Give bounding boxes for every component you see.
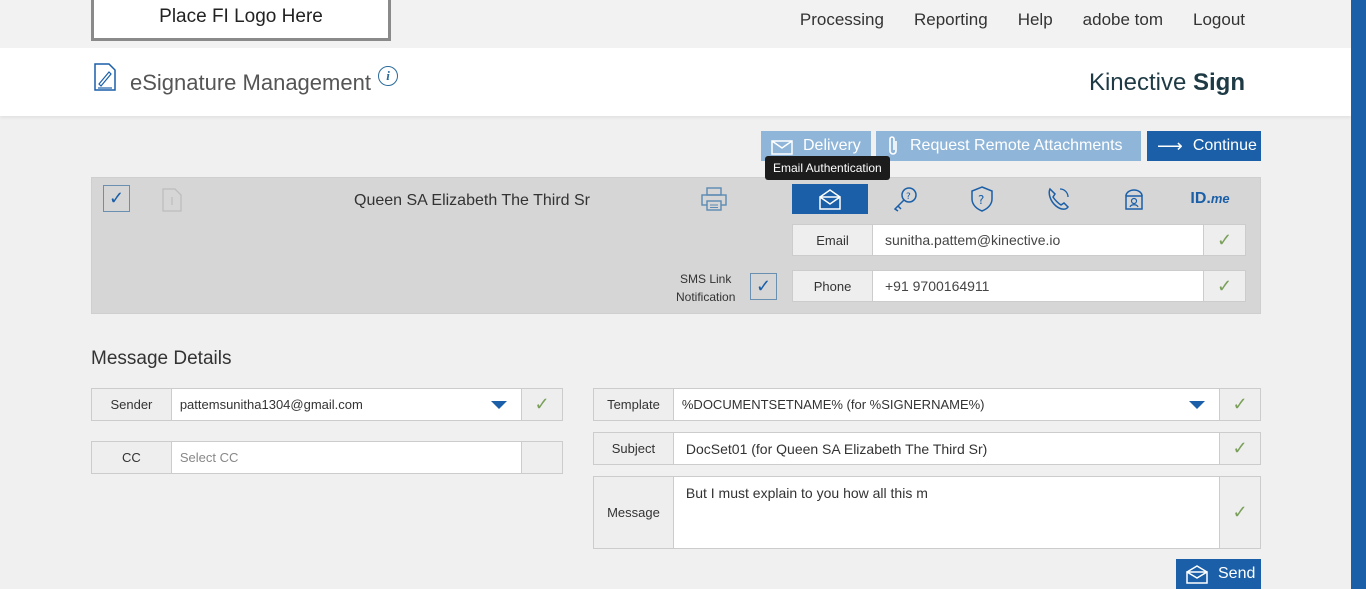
chevron-down-icon[interactable]	[491, 401, 508, 409]
id-check-auth-tab[interactable]	[1096, 184, 1172, 214]
template-valid-check-icon: ✓	[1219, 389, 1260, 420]
sender-select[interactable]: pattemsunitha1304@gmail.com	[171, 389, 522, 420]
sms-link-notification-label: SMS Link Notification	[676, 270, 735, 306]
tooltip: Email Authentication	[765, 156, 890, 180]
document-icon	[162, 188, 182, 212]
sender-label: Sender	[92, 389, 172, 420]
kba-auth-tab[interactable]: ?	[868, 184, 944, 214]
email-label: Email	[793, 225, 873, 255]
idme-me-text: me	[1210, 191, 1230, 206]
brand-bold: Sign	[1193, 69, 1245, 96]
template-value: %DOCUMENTSETNAME% (for %SIGNERNAME%)	[681, 397, 985, 412]
sender-value: pattemsunitha1304@gmail.com	[179, 397, 363, 412]
remote-attachments-label: Request Remote Attachments	[910, 137, 1123, 154]
subject-valid-check-icon: ✓	[1219, 433, 1260, 464]
phone-valid-check-icon: ✓	[1203, 271, 1245, 301]
chevron-down-icon[interactable]	[1189, 401, 1206, 409]
cc-input[interactable]: Select CC	[171, 442, 522, 473]
security-question-auth-tab[interactable]: ?	[944, 184, 1020, 214]
sender-valid-check-icon: ✓	[521, 389, 562, 420]
phone-input[interactable]: +91 9700164911	[873, 271, 1203, 301]
vertical-scrollbar[interactable]	[1351, 0, 1366, 589]
subject-field-row: Subject DocSet01 (for Queen SA Elizabeth…	[593, 432, 1261, 465]
brand-light: Kinective	[1088, 69, 1187, 96]
request-remote-attachments-button[interactable]: Request Remote Attachments	[876, 131, 1141, 161]
idme-auth-tab[interactable]: ID.me	[1172, 184, 1248, 214]
signer-name: Queen SA Elizabeth The Third Sr	[354, 192, 590, 209]
message-valid-check-icon: ✓	[1219, 477, 1260, 548]
subject-label: Subject	[594, 433, 674, 464]
template-label: Template	[594, 389, 674, 420]
sms-notification-checkbox[interactable]: ✓	[750, 273, 777, 300]
document-sign-icon	[94, 63, 116, 91]
template-field-row: Template %DOCUMENTSETNAME% (for %SIGNERN…	[593, 388, 1261, 421]
send-label: Send	[1218, 565, 1256, 582]
brand-logo: Kinective Sign	[1089, 69, 1245, 97]
phone-auth-tab[interactable]	[1020, 184, 1096, 214]
id-check-icon	[1125, 189, 1143, 210]
continue-button[interactable]: ⟶ Continue	[1147, 131, 1261, 161]
signer-checkbox[interactable]: ✓	[103, 185, 130, 212]
nav-logout[interactable]: Logout	[1193, 10, 1245, 30]
paperclip-icon	[889, 136, 897, 155]
message-details-title: Message Details	[91, 348, 232, 369]
message-textarea[interactable]: But I must explain to you how all this m	[673, 477, 1220, 548]
page-title: eSignature Management	[130, 70, 371, 95]
sms-label-line2: Notification	[676, 290, 736, 304]
kba-icon: ?	[893, 187, 917, 212]
authentication-methods: ? ? ID.me	[792, 184, 1248, 214]
idme-logo: ID.me	[1190, 190, 1229, 208]
email-valid-check-icon: ✓	[1203, 225, 1245, 255]
cc-status-cell	[521, 442, 562, 473]
message-label: Message	[594, 477, 674, 548]
arrow-right-icon: ⟶	[1157, 135, 1183, 156]
svg-text:?: ?	[906, 192, 911, 202]
nav-help[interactable]: Help	[1018, 10, 1053, 30]
message-field-row: Message But I must explain to you how al…	[593, 476, 1261, 549]
subject-input[interactable]: DocSet01 (for Queen SA Elizabeth The Thi…	[673, 433, 1220, 464]
cc-label: CC	[92, 442, 172, 473]
cc-field-row: CC Select CC	[91, 441, 563, 474]
signer-panel: ✓ Queen SA Elizabeth The Third Sr ? ? ID…	[91, 177, 1261, 314]
email-auth-icon	[819, 189, 841, 210]
envelope-icon	[771, 140, 793, 155]
printer-icon[interactable]	[700, 186, 728, 212]
logo-text: Place FI Logo Here	[159, 6, 323, 27]
email-send-icon	[1186, 565, 1208, 584]
email-input[interactable]: sunitha.pattem@kinective.io	[873, 225, 1203, 255]
idme-id-text: ID.	[1190, 190, 1211, 207]
send-button[interactable]: Send	[1176, 559, 1261, 589]
info-icon[interactable]: i	[378, 66, 398, 86]
nav-user[interactable]: adobe tom	[1083, 10, 1163, 30]
email-field-row: Email sunitha.pattem@kinective.io ✓	[792, 224, 1246, 256]
nav-processing[interactable]: Processing	[800, 10, 884, 30]
sender-field-row: Sender pattemsunitha1304@gmail.com ✓	[91, 388, 563, 421]
logo-placeholder: Place FI Logo Here	[91, 0, 391, 41]
phone-field-row: Phone +91 9700164911 ✓	[792, 270, 1246, 302]
nav-reporting[interactable]: Reporting	[914, 10, 988, 30]
email-auth-tab[interactable]	[792, 184, 868, 214]
continue-label: Continue	[1192, 137, 1257, 154]
shield-question-icon: ?	[971, 186, 993, 212]
phone-label: Phone	[793, 271, 873, 301]
svg-text:?: ?	[978, 193, 984, 207]
phone-auth-icon	[1048, 187, 1069, 210]
top-nav: Processing Reporting Help adobe tom Logo…	[800, 10, 1245, 30]
page-header: eSignature Management i Kinective Sign	[0, 48, 1351, 116]
delivery-label: Delivery	[803, 137, 861, 154]
template-select[interactable]: %DOCUMENTSETNAME% (for %SIGNERNAME%)	[673, 389, 1220, 420]
sms-label-line1: SMS Link	[680, 272, 732, 286]
top-bar: Place FI Logo Here Processing Reporting …	[0, 0, 1351, 48]
